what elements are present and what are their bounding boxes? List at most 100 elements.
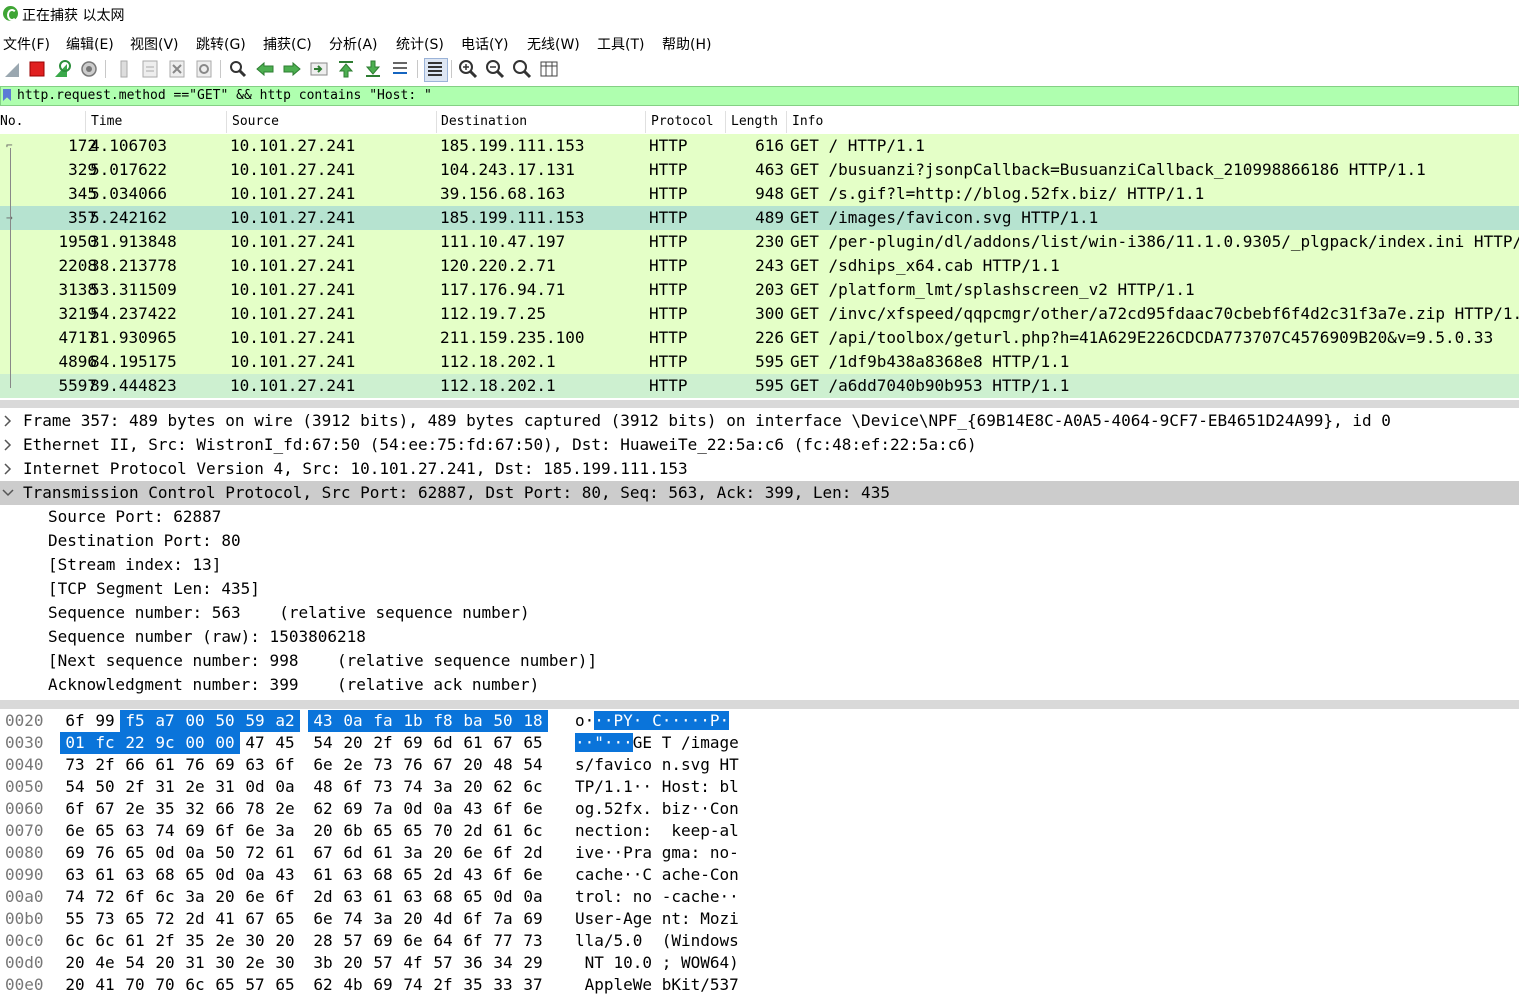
hex-byte[interactable]: 6f bbox=[342, 776, 364, 798]
hex-byte[interactable]: 63 bbox=[124, 820, 146, 842]
hex-byte[interactable]: 65 bbox=[402, 864, 424, 886]
hex-byte[interactable]: 32 bbox=[184, 798, 206, 820]
hex-byte[interactable]: 0d bbox=[214, 864, 236, 886]
menu-view[interactable]: 视图(V) bbox=[130, 34, 179, 54]
hex-byte[interactable]: 54 bbox=[522, 754, 544, 776]
hex-byte[interactable]: 61 bbox=[372, 842, 394, 864]
hex-byte[interactable]: 6b bbox=[342, 820, 364, 842]
hex-byte[interactable]: 62 bbox=[312, 974, 334, 994]
hex-byte[interactable]: 3a bbox=[432, 776, 454, 798]
column-time[interactable]: Time bbox=[91, 114, 122, 131]
hex-byte[interactable]: 62 bbox=[492, 776, 514, 798]
hex-byte[interactable]: 78 bbox=[244, 798, 266, 820]
hex-byte[interactable]: 30 bbox=[214, 952, 236, 974]
hex-byte[interactable]: 65 bbox=[402, 820, 424, 842]
hex-byte[interactable]: 31 bbox=[154, 776, 176, 798]
resize-columns-icon[interactable] bbox=[539, 59, 559, 79]
hex-byte[interactable]: 0d bbox=[492, 886, 514, 908]
hex-byte[interactable]: 63 bbox=[342, 864, 364, 886]
packet-row[interactable]: 5597 89.444823 10.101.27.241 112.18.202.1 HT… bbox=[0, 374, 1519, 398]
hex-byte[interactable]: 74 bbox=[154, 820, 176, 842]
hex-byte[interactable]: 50 bbox=[210, 710, 240, 732]
hex-byte[interactable]: 6c bbox=[94, 930, 116, 952]
hex-byte[interactable]: 4f bbox=[402, 952, 424, 974]
hex-byte[interactable]: 20 bbox=[462, 776, 484, 798]
hex-byte[interactable]: 70 bbox=[432, 820, 454, 842]
hex-byte[interactable]: 0a bbox=[274, 776, 296, 798]
hex-byte[interactable]: 67 bbox=[312, 842, 334, 864]
hex-byte[interactable]: 65 bbox=[274, 908, 296, 930]
hex-byte[interactable]: 0d bbox=[154, 842, 176, 864]
display-filter-input[interactable] bbox=[17, 87, 1507, 105]
hex-byte[interactable]: 30 bbox=[274, 952, 296, 974]
column-info[interactable]: Info bbox=[792, 114, 823, 131]
hex-byte[interactable]: 6c bbox=[522, 820, 544, 842]
capture-options-icon[interactable] bbox=[79, 59, 99, 79]
hex-byte[interactable]: 61 bbox=[312, 864, 334, 886]
hex-byte[interactable]: 2f bbox=[432, 974, 454, 994]
column-length[interactable]: Length bbox=[731, 114, 778, 131]
column-destination[interactable]: Destination bbox=[441, 114, 527, 131]
ascii-text[interactable]: TP/1.1·· Host: bl bbox=[575, 776, 739, 798]
hex-byte[interactable]: 4e bbox=[94, 952, 116, 974]
hex-byte[interactable]: 6f bbox=[64, 798, 86, 820]
packet-row[interactable]: 172 4.106703 10.101.27.241 185.199.111.153 H… bbox=[0, 134, 1519, 158]
hex-byte[interactable]: 6f bbox=[492, 798, 514, 820]
hex-byte[interactable]: 65 bbox=[462, 886, 484, 908]
hex-byte[interactable]: 65 bbox=[214, 974, 236, 994]
hex-byte[interactable]: 48 bbox=[312, 776, 334, 798]
save-file-icon[interactable] bbox=[140, 59, 160, 79]
column-no[interactable]: No. bbox=[0, 114, 23, 131]
stop-capture-icon[interactable] bbox=[27, 59, 47, 79]
hex-byte[interactable]: 2e bbox=[184, 776, 206, 798]
hex-byte[interactable]: 45 bbox=[274, 732, 296, 754]
hex-byte[interactable]: 43 bbox=[308, 710, 338, 732]
hex-byte[interactable]: 20 bbox=[432, 842, 454, 864]
hex-byte[interactable]: 61 bbox=[492, 820, 514, 842]
hex-byte[interactable]: 2f bbox=[124, 776, 146, 798]
hex-byte[interactable]: 0d bbox=[402, 798, 424, 820]
ascii-text[interactable]: o···PY· C·····P· bbox=[575, 710, 730, 732]
hex-byte[interactable]: 6e bbox=[244, 886, 266, 908]
hex-byte[interactable]: 43 bbox=[462, 864, 484, 886]
hex-byte[interactable]: 20 bbox=[214, 886, 236, 908]
hex-byte[interactable]: 55 bbox=[64, 908, 86, 930]
hex-byte[interactable]: 6f bbox=[214, 820, 236, 842]
hex-byte[interactable]: 72 bbox=[154, 908, 176, 930]
hex-byte[interactable]: 6c bbox=[64, 930, 86, 952]
packet-bytes-pane[interactable]: 0020 6f 99 f5 a7 00 50 59 a2 43 0a fa 1b f8 ba 50 18 o···… bbox=[0, 710, 1519, 994]
detail-field[interactable]: Source Port: 62887 bbox=[0, 505, 1519, 529]
hex-byte[interactable]: f5 bbox=[120, 710, 150, 732]
shark-fin-start-icon[interactable] bbox=[3, 59, 23, 79]
hex-byte[interactable]: 20 bbox=[462, 754, 484, 776]
hex-byte[interactable]: 00 bbox=[180, 710, 210, 732]
last-packet-icon[interactable] bbox=[363, 59, 383, 79]
hex-byte[interactable]: 70 bbox=[154, 974, 176, 994]
hex-byte[interactable]: 99 bbox=[94, 710, 116, 732]
detail-field[interactable]: [TCP Segment Len: 435] bbox=[0, 577, 1519, 601]
hex-byte[interactable]: 3a bbox=[184, 886, 206, 908]
hex-byte[interactable]: 3a bbox=[402, 842, 424, 864]
hex-byte[interactable]: 2e bbox=[124, 798, 146, 820]
hex-byte[interactable]: 01 bbox=[60, 732, 90, 754]
hex-byte[interactable]: 73 bbox=[64, 754, 86, 776]
hex-byte[interactable]: ba bbox=[458, 710, 488, 732]
hex-byte[interactable]: 68 bbox=[432, 886, 454, 908]
hex-byte[interactable]: 76 bbox=[402, 754, 424, 776]
hex-byte[interactable]: 31 bbox=[184, 952, 206, 974]
hex-byte[interactable]: 6c bbox=[154, 886, 176, 908]
menu-statistics[interactable]: 统计(S) bbox=[396, 34, 444, 54]
packet-list[interactable]: 172 4.106703 10.101.27.241 185.199.111.153 H… bbox=[0, 134, 1519, 398]
hex-byte[interactable]: 43 bbox=[274, 864, 296, 886]
hex-byte[interactable]: 30 bbox=[244, 930, 266, 952]
hex-byte[interactable]: 73 bbox=[372, 754, 394, 776]
menu-wireless[interactable]: 无线(W) bbox=[527, 34, 580, 54]
open-file-icon[interactable] bbox=[114, 59, 134, 79]
hex-byte[interactable]: 6e bbox=[402, 930, 424, 952]
normal-size-icon[interactable] bbox=[512, 59, 532, 79]
packet-row[interactable]: 4896 84.195175 10.101.27.241 112.18.202.1 HT… bbox=[0, 350, 1519, 374]
hex-byte[interactable]: 6e bbox=[312, 754, 334, 776]
hex-byte[interactable]: 20 bbox=[342, 732, 364, 754]
hex-byte[interactable]: 2e bbox=[342, 754, 364, 776]
ascii-text[interactable]: ··"···GE T /image bbox=[575, 732, 739, 754]
